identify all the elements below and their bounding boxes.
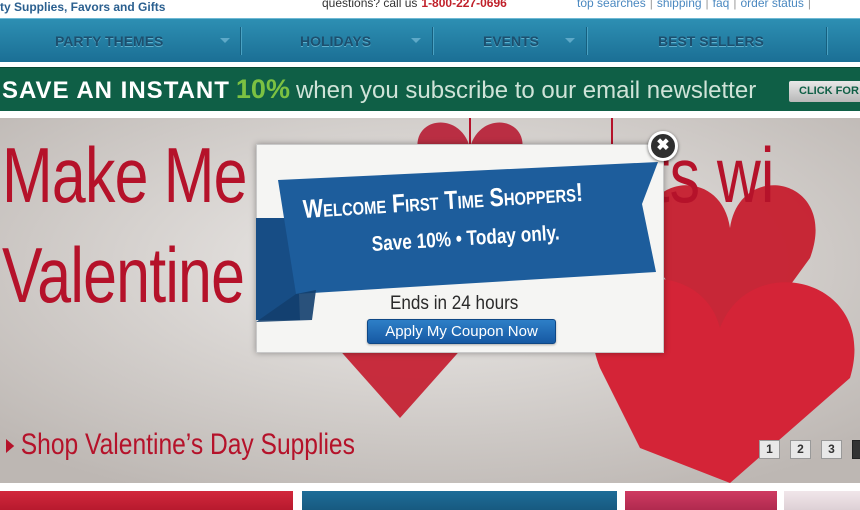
shipping-link[interactable]: shipping xyxy=(657,0,702,10)
promo-text: SAVE AN INSTANT 10% when you subscribe to … xyxy=(2,74,756,105)
slide-page-1[interactable]: 1 xyxy=(759,440,780,459)
ends-countdown-text: Ends in 24 hours xyxy=(390,293,519,314)
separator: | xyxy=(733,0,737,10)
separator: | xyxy=(705,0,709,10)
close-icon[interactable]: ✖ xyxy=(648,131,678,161)
apply-coupon-button[interactable]: Apply My Coupon Now xyxy=(367,319,556,344)
promo-tile-1[interactable] xyxy=(0,491,293,510)
chevron-down-icon[interactable] xyxy=(411,38,421,43)
order-status-link[interactable]: order status xyxy=(740,0,803,10)
promo-tile-3[interactable] xyxy=(625,491,777,510)
slide-page-2[interactable]: 2 xyxy=(790,440,811,459)
promo-tile-2[interactable] xyxy=(302,491,617,510)
nav-divider xyxy=(586,27,587,55)
nav-divider xyxy=(826,27,827,55)
main-navigation: PARTY THEMES HOLIDAYS EVENTS BEST SELLER… xyxy=(0,18,860,62)
nav-holidays[interactable]: HOLIDAYS xyxy=(300,19,371,63)
nav-events[interactable]: EVENTS xyxy=(483,19,539,63)
separator: | xyxy=(649,0,653,10)
call-us-text: questions? call us 1-800-227-0696 xyxy=(322,0,507,10)
promo-headline: SAVE AN INSTANT xyxy=(2,77,230,104)
separator: | xyxy=(807,0,811,10)
site-tagline: ty Supplies, Favors and Gifts xyxy=(0,0,166,14)
top-searches-link[interactable]: top searches xyxy=(577,0,646,10)
nav-best-sellers[interactable]: BEST SELLERS xyxy=(658,19,764,63)
newsletter-promo-banner[interactable]: SAVE AN INSTANT 10% when you subscribe to … xyxy=(0,67,860,111)
phone-number[interactable]: 1-800-227-0696 xyxy=(421,0,506,10)
faq-link[interactable]: faq xyxy=(713,0,730,10)
promo-percent: 10% xyxy=(235,74,290,104)
utility-links: top searches | shipping | faq | order status | xyxy=(577,0,815,10)
promo-subtext: when you subscribe to our email newslett… xyxy=(295,77,757,104)
shop-valentines-link[interactable]: Shop Valentine’s Day Supplies xyxy=(6,428,355,462)
shop-link-label: Shop Valentine’s Day Supplies xyxy=(20,428,355,461)
chevron-down-icon[interactable] xyxy=(220,38,230,43)
nav-divider xyxy=(240,27,241,55)
slide-page-3[interactable]: 3 xyxy=(821,440,842,459)
play-arrow-icon xyxy=(6,439,15,454)
promo-tile-4[interactable] xyxy=(784,491,860,510)
nav-party-themes[interactable]: PARTY THEMES xyxy=(55,19,163,63)
hero-headline-line2: Valentine xyxy=(2,231,245,319)
click-for-button[interactable]: CLICK FOR xyxy=(789,81,860,102)
nav-divider xyxy=(432,27,433,55)
chevron-down-icon[interactable] xyxy=(565,38,575,43)
top-utility-bar: ty Supplies, Favors and Gifts questions?… xyxy=(0,0,860,18)
hero-headline-line1: Make Me xyxy=(2,131,248,219)
questions-label: questions? call us xyxy=(322,0,418,10)
slide-page-4[interactable] xyxy=(852,440,860,459)
